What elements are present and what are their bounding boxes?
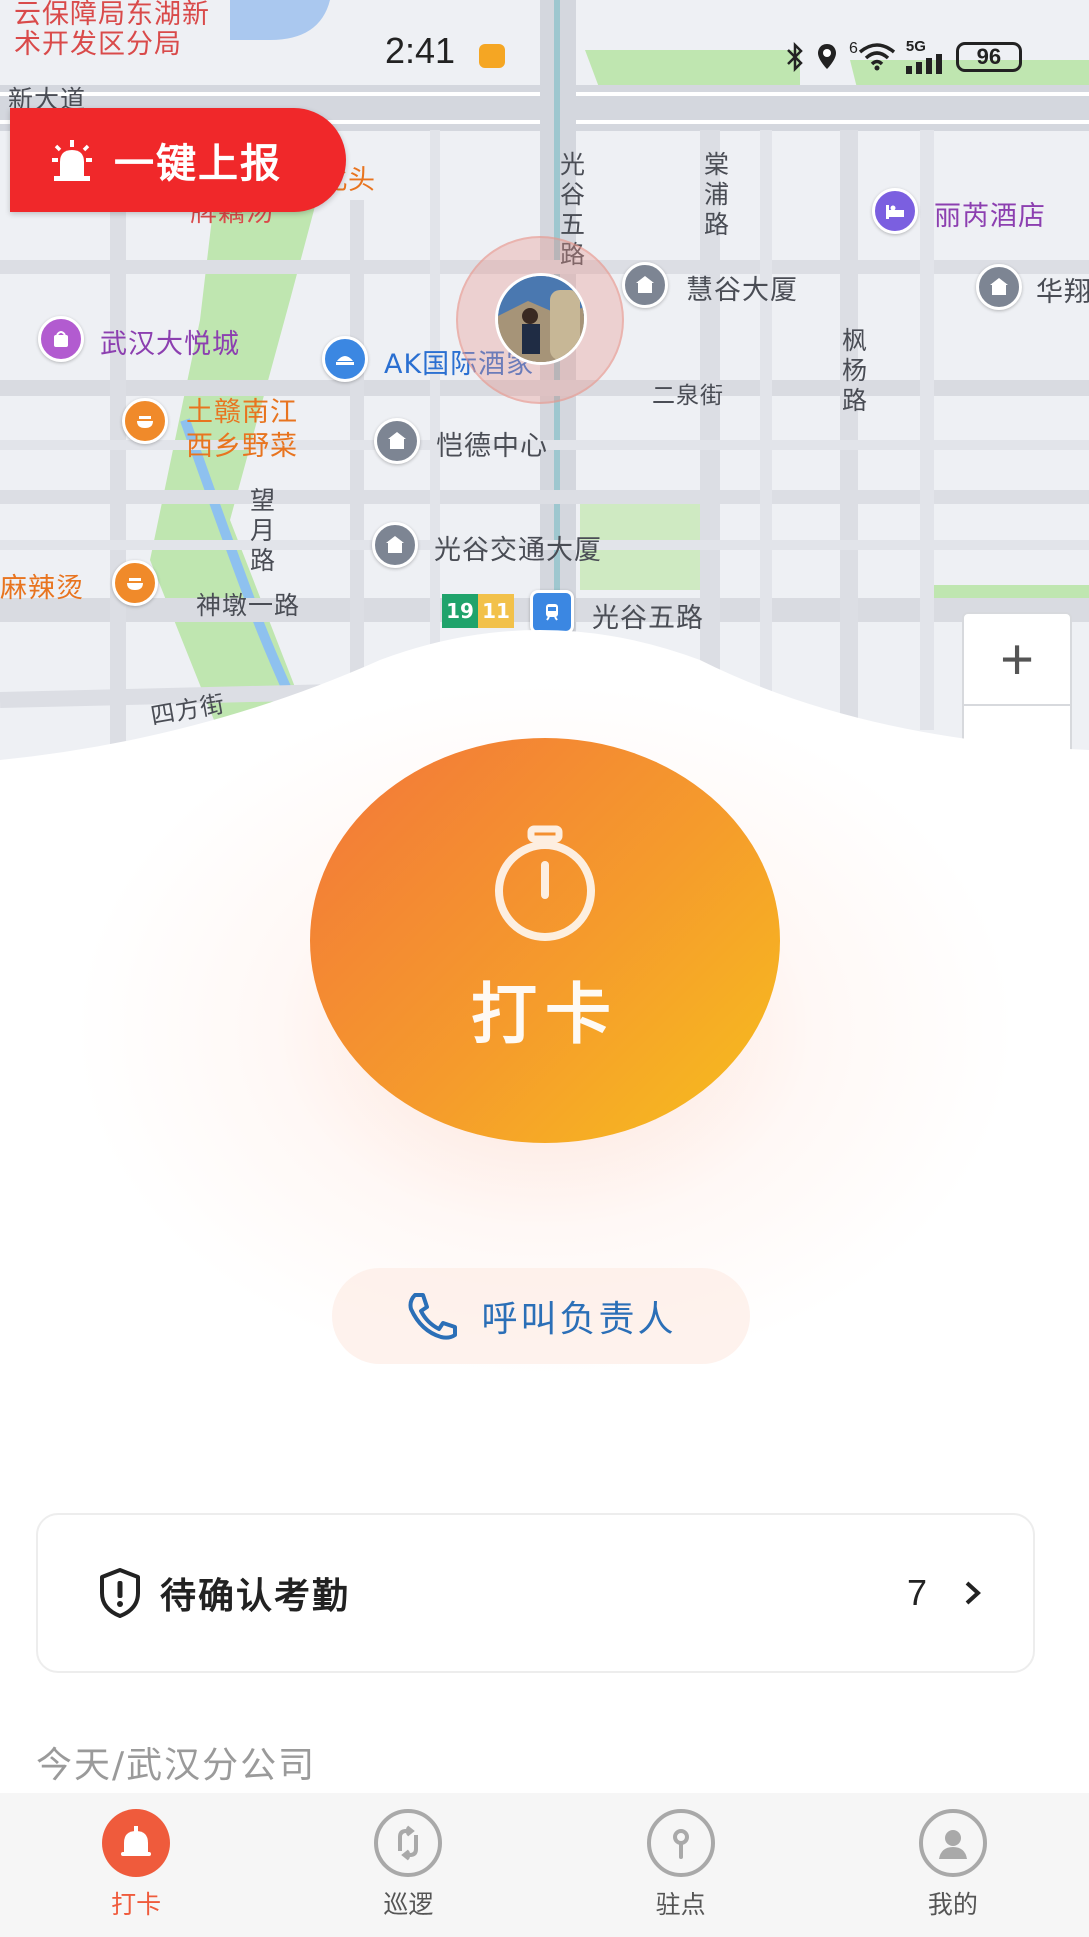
pending-count: 7 xyxy=(906,1572,927,1613)
one-key-report-button[interactable]: 一键上报 xyxy=(10,108,346,212)
today-branch-label: 今天/武汉分公司 xyxy=(36,1745,317,1786)
tab-checkin[interactable]: 打卡 xyxy=(0,1793,272,1937)
checkin-label: 打卡 xyxy=(471,975,619,1053)
building-icon[interactable] xyxy=(976,264,1022,310)
tab-patrol[interactable]: 巡逻 xyxy=(272,1793,544,1937)
map-label: 西乡野菜 xyxy=(186,431,298,462)
map-label: 二泉街 xyxy=(652,383,724,409)
call-supervisor-button[interactable]: 呼叫负责人 xyxy=(332,1268,750,1364)
building-icon[interactable] xyxy=(622,262,668,308)
battery-icon: 96 xyxy=(955,42,1022,72)
restaurant-icon[interactable] xyxy=(122,398,168,444)
stopwatch-icon xyxy=(495,825,595,941)
tab-label: 驻点 xyxy=(655,1890,706,1919)
map-label: 华翔 xyxy=(1036,277,1089,308)
map-label: 恺德中心 xyxy=(436,431,548,462)
call-supervisor-label: 呼叫负责人 xyxy=(481,1299,677,1340)
pending-attendance-title: 待确认考勤 xyxy=(160,1576,351,1617)
signal-superscript: 6 xyxy=(849,40,858,57)
alarm-light-icon xyxy=(52,140,92,181)
map-label: 武汉大悦城 xyxy=(100,329,240,360)
pending-attendance-card[interactable]: 待确认考勤 7 xyxy=(36,1513,1035,1673)
tab-profile[interactable]: 我的 xyxy=(817,1793,1089,1937)
report-label: 一键上报 xyxy=(114,141,282,187)
network-type: 5G xyxy=(905,38,926,55)
map-label: 慧谷大厦 xyxy=(686,275,798,306)
tab-post[interactable]: 驻点 xyxy=(545,1793,817,1937)
building-icon[interactable] xyxy=(372,522,418,568)
shield-alert-icon xyxy=(100,1568,140,1618)
avatar[interactable] xyxy=(495,273,587,365)
status-indicators: 6 5G 96 xyxy=(785,38,1022,74)
signal-icon xyxy=(905,54,942,74)
patrol-route-icon xyxy=(374,1809,443,1877)
map-label: 光谷交通大厦 xyxy=(434,535,602,566)
notification-app-icon xyxy=(479,44,505,68)
map-label: 枫杨路 xyxy=(841,326,868,415)
checkin-button[interactable]: 打卡 xyxy=(310,738,780,1143)
bottom-tab-bar: 打卡 巡逻 驻点 我的 xyxy=(0,1793,1089,1937)
map-label: 丽芮酒店 xyxy=(934,201,1046,232)
tab-label: 巡逻 xyxy=(383,1890,434,1919)
map-label: 术开发区分局 xyxy=(14,29,182,60)
shopping-icon[interactable] xyxy=(38,316,84,362)
tab-label: 打卡 xyxy=(111,1890,162,1919)
profile-icon xyxy=(918,1809,987,1877)
bell-icon xyxy=(102,1809,171,1877)
cellular-signal: 5G xyxy=(905,38,946,74)
building-icon[interactable] xyxy=(374,418,420,464)
map-label: 望月路 xyxy=(249,486,276,575)
map-label: 棠浦路 xyxy=(703,150,730,239)
phone-icon xyxy=(408,1293,458,1340)
hotel-icon[interactable] xyxy=(872,188,918,234)
bluetooth-icon xyxy=(787,42,803,72)
pin-icon xyxy=(646,1809,715,1877)
status-time: 2:41 xyxy=(385,30,456,71)
restaurant-icon[interactable] xyxy=(322,336,368,382)
chevron-right-icon xyxy=(965,1581,981,1605)
location-icon xyxy=(818,44,836,69)
tab-label: 我的 xyxy=(927,1890,978,1919)
wifi-icon xyxy=(858,43,896,71)
